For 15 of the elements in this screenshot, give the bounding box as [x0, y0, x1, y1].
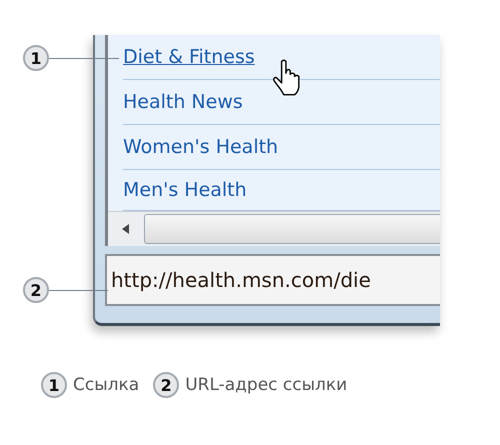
callout-number: 1: [23, 45, 49, 71]
scroll-left-icon[interactable]: [122, 224, 130, 234]
link[interactable]: Women's Health: [123, 136, 278, 158]
legend-number: 2: [153, 372, 180, 398]
status-url: http://health.msn.com/die: [111, 268, 371, 292]
link[interactable]: Health News: [123, 91, 243, 113]
hand-cursor-icon: [273, 59, 301, 96]
link[interactable]: Men's Health: [123, 179, 247, 201]
callout-number: 2: [23, 277, 49, 303]
horizontal-scrollbar[interactable]: [108, 211, 440, 246]
legend-label: URL-адрес ссылки: [185, 375, 348, 395]
legend-label: Ссылка: [73, 375, 140, 395]
link[interactable]: Diet & Fitness: [123, 46, 255, 68]
scrollbar-thumb[interactable]: [144, 214, 440, 244]
legend-number: 1: [41, 372, 67, 398]
